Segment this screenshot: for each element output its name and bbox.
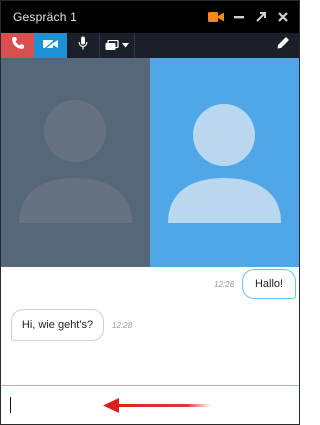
incoming-message: Hi, wie geht's?	[11, 309, 104, 341]
video-icon	[42, 37, 59, 55]
annotation-arrow-icon	[103, 398, 211, 413]
minimize-icon[interactable]	[230, 8, 248, 26]
video-toggle-button[interactable]	[34, 33, 67, 58]
call-toolbar	[1, 33, 299, 58]
window-title: Gespräch 1	[13, 10, 78, 24]
pencil-icon	[276, 36, 290, 55]
remote-video-pane	[1, 58, 150, 267]
screen-share-icon	[105, 40, 129, 51]
hangup-phone-icon	[11, 36, 25, 55]
message-timestamp: 12:28	[214, 280, 235, 289]
chat-window: Gespräch 1 12:28 Hallo! Hi, wie geht's? …	[0, 0, 300, 425]
message-list: 12:28 Hallo! Hi, wie geht's? 12:28	[1, 267, 299, 385]
hangup-button[interactable]	[1, 33, 34, 58]
screen-share-button[interactable]	[100, 33, 135, 58]
close-icon[interactable]	[274, 8, 292, 26]
local-avatar-icon	[168, 104, 281, 223]
annotate-button[interactable]	[266, 33, 299, 58]
local-video-pane	[150, 58, 299, 267]
microphone-icon	[78, 36, 88, 55]
message-timestamp: 12:28	[112, 321, 133, 330]
microphone-button[interactable]	[67, 33, 100, 58]
text-cursor	[10, 397, 11, 413]
video-camera-icon[interactable]	[207, 8, 225, 26]
maximize-icon[interactable]	[252, 8, 270, 26]
outgoing-message: Hallo!	[242, 269, 296, 299]
title-bar: Gespräch 1	[1, 1, 299, 33]
message-input[interactable]	[1, 385, 299, 424]
remote-avatar-icon	[19, 100, 132, 223]
